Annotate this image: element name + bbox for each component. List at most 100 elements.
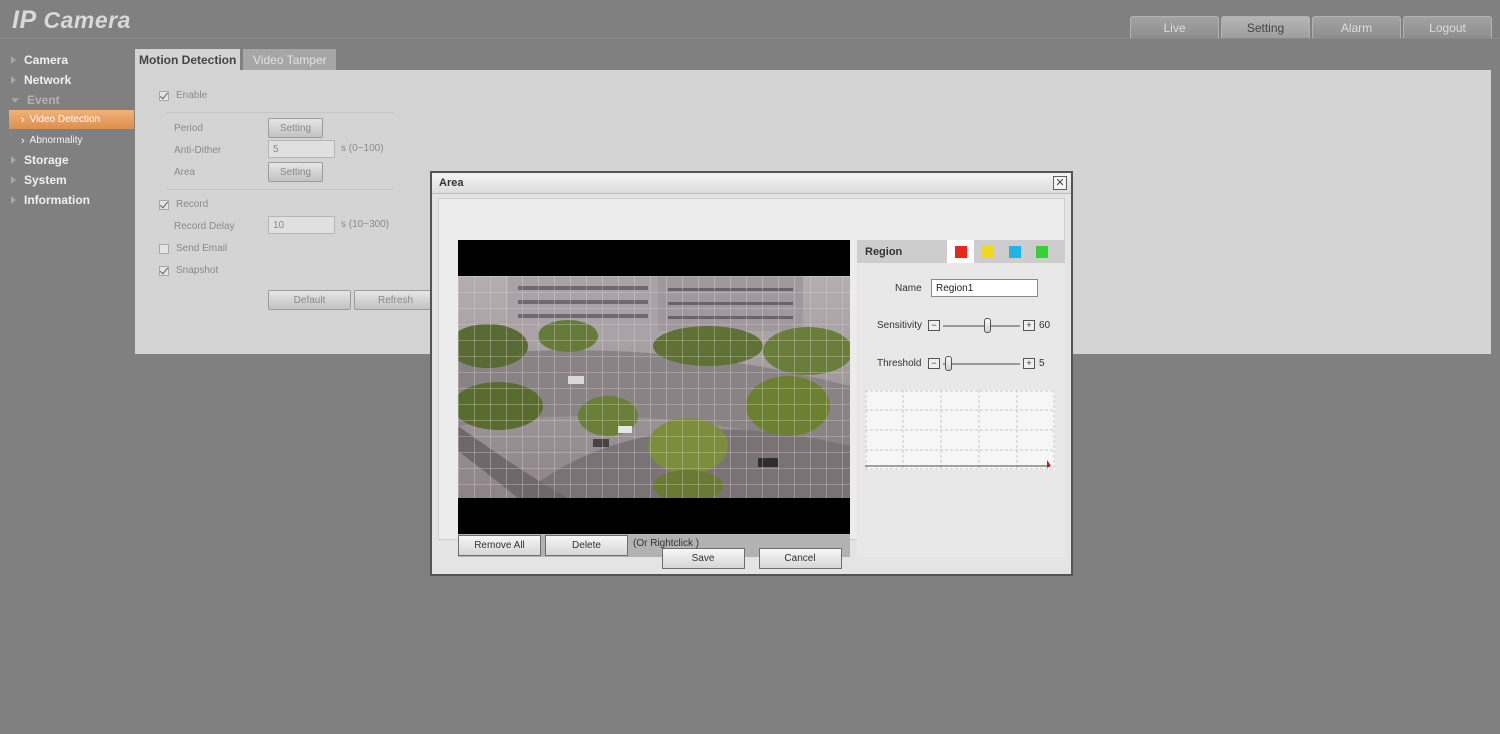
enable-checkbox[interactable] — [159, 90, 169, 101]
threshold-increase-button[interactable]: + — [1023, 358, 1035, 369]
chevron-right-icon: › — [21, 113, 25, 126]
area-dialog: Area ✕ Remove All Delete (Or Rightclick … — [430, 171, 1073, 576]
sensitivity-label: Sensitivity — [877, 320, 923, 331]
enable-row: Enable — [159, 90, 207, 101]
tab-logout[interactable]: Logout — [1403, 16, 1492, 38]
sidebar: Camera Network Event › Video Detection ›… — [0, 50, 134, 210]
send-email-row: Send Email — [159, 243, 227, 254]
header-divider — [0, 38, 1500, 39]
sidebar-item-network[interactable]: Network — [0, 70, 134, 90]
collapsed-arrow-icon — [11, 176, 16, 184]
close-icon[interactable]: ✕ — [1053, 176, 1067, 190]
dialog-title: Area — [432, 173, 1071, 194]
chevron-right-icon: › — [21, 134, 25, 147]
name-row: Name Region1 — [895, 279, 1038, 297]
app-logo: IP Camera — [12, 6, 131, 35]
cancel-button[interactable]: Cancel — [758, 548, 842, 569]
sidebar-item-storage[interactable]: Storage — [0, 150, 134, 170]
region-color-red[interactable] — [947, 240, 974, 263]
record-delay-label: Record Delay — [174, 221, 235, 232]
motion-graph — [865, 390, 1055, 470]
motion-marker-icon — [1047, 460, 1051, 468]
sensitivity-slider[interactable] — [943, 317, 1020, 333]
region-label: Region — [865, 245, 903, 258]
region-color-green[interactable] — [1028, 240, 1055, 263]
region-panel: Region Name Region1 Sensitivity − + 60 T… — [857, 240, 1065, 557]
collapsed-arrow-icon — [11, 156, 16, 164]
tab-alarm[interactable]: Alarm — [1312, 16, 1401, 38]
snapshot-label: Snapshot — [176, 265, 219, 276]
area-setting-button[interactable]: Setting — [268, 162, 323, 182]
send-email-label: Send Email — [176, 243, 228, 254]
area-label: Area — [174, 167, 196, 178]
anti-dither-label: Anti-Dither — [174, 145, 222, 156]
snapshot-checkbox[interactable] — [159, 265, 169, 276]
sidebar-item-label: Video Detection — [29, 114, 101, 125]
record-label: Record — [176, 199, 209, 210]
brand-camera: Camera — [43, 7, 131, 33]
anti-dither-unit: s (0~100) — [341, 143, 384, 154]
default-button[interactable]: Default — [268, 290, 351, 310]
sidebar-item-information[interactable]: Information — [0, 190, 134, 210]
camera-image — [458, 276, 850, 498]
divider — [165, 112, 395, 113]
sidebar-item-system[interactable]: System — [0, 170, 134, 190]
tab-motion-detection[interactable]: Motion Detection — [135, 49, 241, 70]
refresh-button[interactable]: Refresh — [354, 290, 437, 310]
record-row: Record — [159, 199, 208, 210]
sidebar-item-video-detection[interactable]: › Video Detection — [9, 110, 134, 129]
sidebar-item-label: Storage — [24, 153, 69, 167]
record-delay-input[interactable]: 10 — [268, 216, 335, 234]
yellow-swatch-icon — [981, 245, 994, 258]
sidebar-item-abnormality[interactable]: › Abnormality — [9, 131, 134, 150]
brand-ip: IP — [12, 6, 37, 34]
sidebar-item-label: Camera — [24, 53, 69, 67]
save-button[interactable]: Save — [661, 548, 745, 569]
dialog-body: Remove All Delete (Or Rightclick ) Regio… — [438, 198, 1065, 557]
sidebar-item-label: System — [24, 173, 67, 187]
record-delay-unit: s (10~300) — [341, 219, 390, 230]
collapsed-arrow-icon — [11, 196, 16, 204]
sensitivity-decrease-button[interactable]: − — [928, 320, 940, 331]
sidebar-item-label: Abnormality — [29, 135, 83, 146]
sidebar-item-label: Network — [24, 73, 72, 87]
collapsed-arrow-icon — [11, 56, 16, 64]
threshold-row: Threshold − + 5 — [877, 355, 1045, 371]
region-header: Region — [857, 240, 1065, 263]
sensitivity-increase-button[interactable]: + — [1023, 320, 1035, 331]
sidebar-item-event[interactable]: Event — [0, 90, 134, 110]
anti-dither-input[interactable]: 5 — [268, 140, 335, 158]
sidebar-item-label: Information — [24, 193, 90, 207]
divider — [165, 189, 395, 190]
enable-label: Enable — [176, 90, 208, 101]
threshold-slider[interactable] — [943, 355, 1020, 371]
top-nav: Live Setting Alarm Logout — [1130, 16, 1492, 38]
slider-thumb[interactable] — [984, 317, 991, 333]
dialog-footer: Save Cancel — [432, 541, 1071, 576]
tab-video-tamper[interactable]: Video Tamper — [243, 49, 337, 70]
snapshot-row: Snapshot — [159, 265, 218, 276]
tab-live[interactable]: Live — [1130, 16, 1219, 38]
sidebar-item-camera[interactable]: Camera — [0, 50, 134, 70]
slider-thumb[interactable] — [945, 355, 952, 371]
collapsed-arrow-icon — [11, 76, 16, 84]
sensitivity-value: 60 — [1039, 320, 1051, 331]
tab-setting[interactable]: Setting — [1221, 16, 1310, 38]
threshold-label: Threshold — [877, 358, 922, 369]
region-name-input[interactable]: Region1 — [931, 279, 1038, 297]
video-preview[interactable] — [458, 240, 850, 534]
green-swatch-icon — [1035, 245, 1048, 258]
period-label: Period — [174, 123, 203, 134]
name-label: Name — [895, 282, 922, 294]
period-setting-button[interactable]: Setting — [268, 118, 323, 138]
blue-swatch-icon — [1008, 245, 1021, 258]
expanded-arrow-icon — [11, 97, 19, 103]
detection-tabs: Motion Detection Video Tamper — [135, 49, 337, 70]
red-swatch-icon — [954, 245, 967, 258]
region-color-yellow[interactable] — [974, 240, 1001, 263]
threshold-value: 5 — [1039, 358, 1045, 369]
threshold-decrease-button[interactable]: − — [928, 358, 940, 369]
send-email-checkbox[interactable] — [159, 243, 169, 254]
region-color-blue[interactable] — [1001, 240, 1028, 263]
record-checkbox[interactable] — [159, 199, 169, 210]
